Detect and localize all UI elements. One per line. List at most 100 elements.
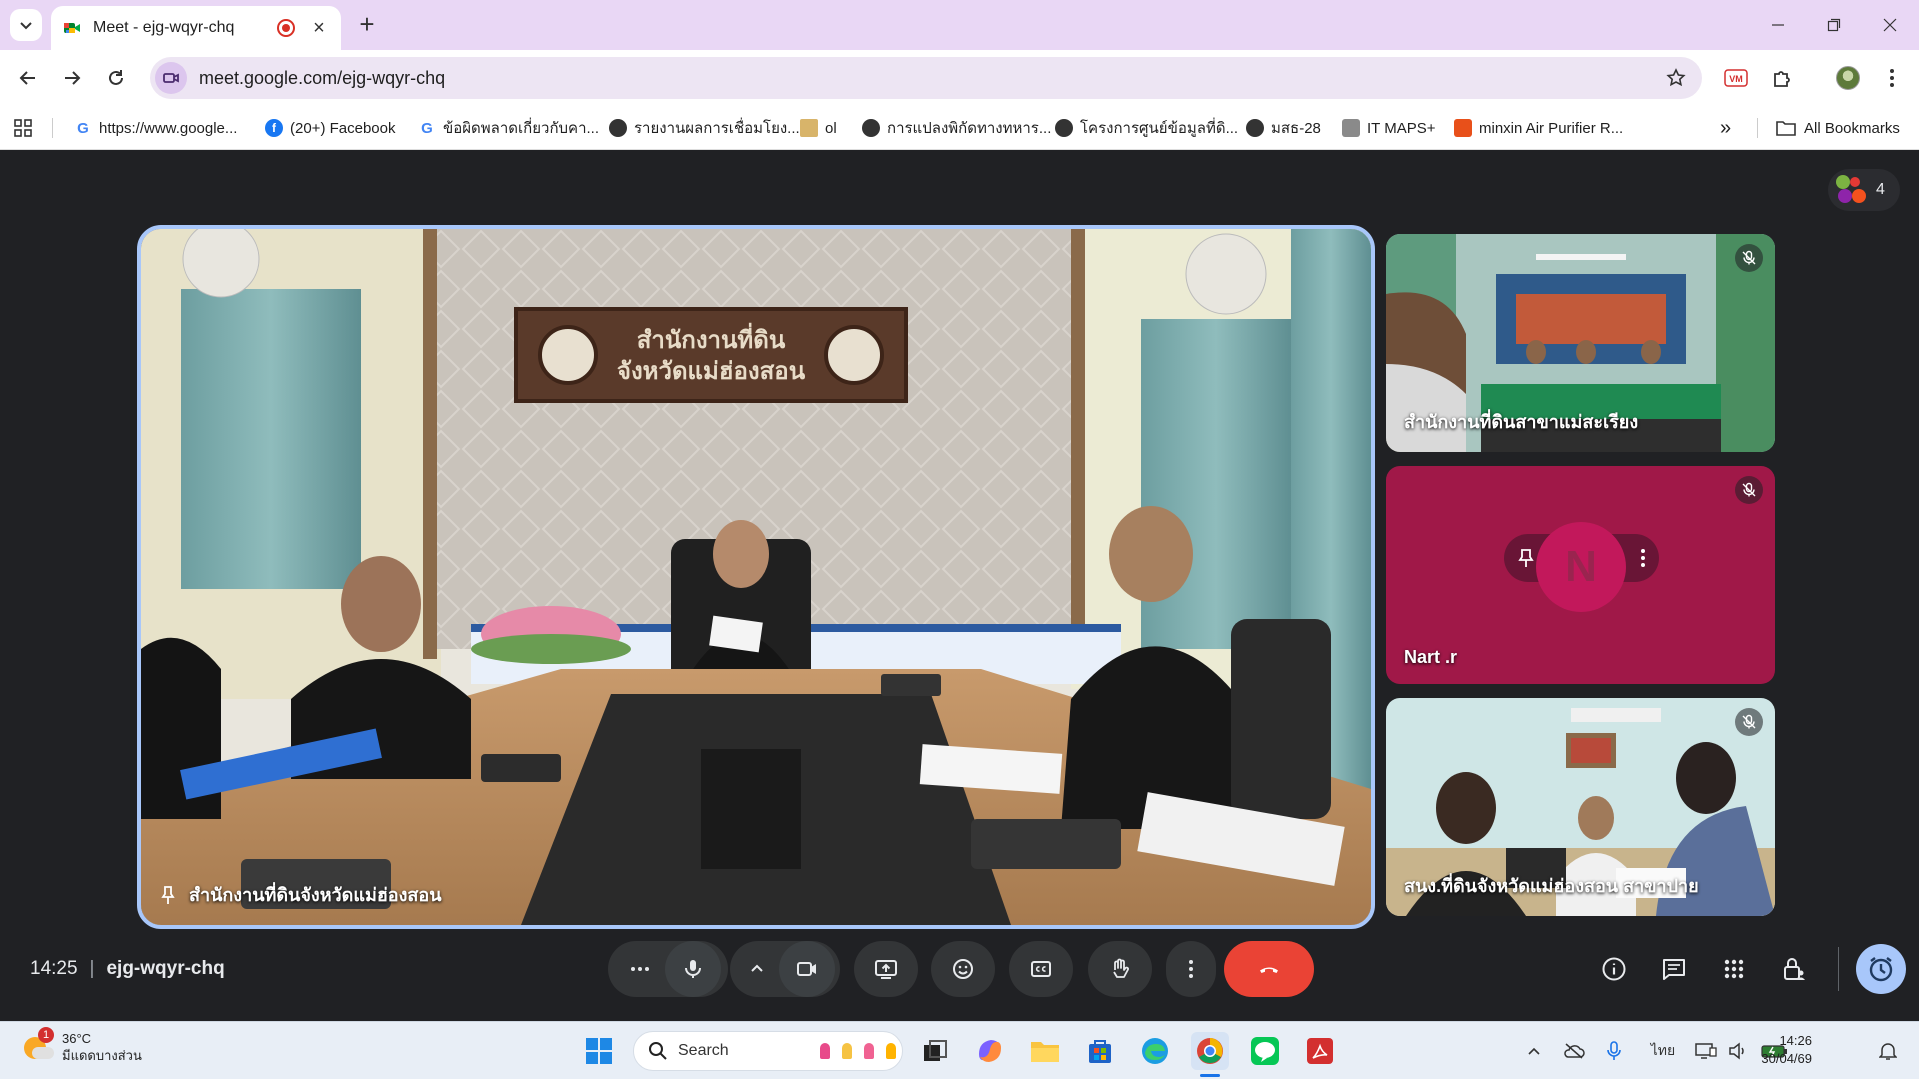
present-button[interactable] [854,941,918,997]
participant-tile-nart[interactable]: N Nart .r [1386,466,1775,684]
new-tab-button[interactable]: + [352,10,382,40]
profile-button[interactable] [1830,60,1866,96]
restore-button[interactable] [1814,8,1854,42]
divider [1757,118,1758,138]
back-button[interactable] [10,60,46,96]
speaker-icon [1729,1042,1744,1060]
activities-button[interactable] [1714,949,1754,989]
network-tray[interactable] [1694,1039,1718,1063]
bookmark-msth[interactable]: มสธ-28 [1246,116,1321,140]
more-options-button[interactable] [1166,941,1216,997]
microphone-tray[interactable] [1602,1039,1626,1063]
copilot-button[interactable] [971,1032,1009,1070]
edge-button[interactable] [1136,1032,1174,1070]
extensions-button[interactable] [1764,60,1800,96]
divider [1838,947,1839,991]
apps-button[interactable] [14,116,32,140]
site-info-button[interactable] [155,62,187,94]
bookmark-google[interactable]: G https://www.google... [74,116,237,140]
show-hidden-icons-button[interactable] [1522,1039,1546,1063]
bookmark-facebook[interactable]: f (20+) Facebook [265,116,395,140]
it-maps-icon [1342,119,1360,137]
close-tab-button[interactable]: × [309,17,329,40]
notifications-button[interactable] [1876,1039,1900,1063]
clock-date: 30/04/69 [1761,1051,1812,1066]
search-placeholder: Search [678,1042,729,1059]
participant-tile-mae-sariang[interactable]: สำนักงานที่ดินสาขาแม่สะเรียง [1386,234,1775,452]
acrobat-button[interactable] [1301,1032,1339,1070]
taskbar-clock[interactable]: 14:26 30/04/69 [1752,1032,1812,1068]
avatar [1836,66,1860,90]
mic-off-icon [1742,482,1756,497]
chat-button[interactable] [1654,949,1694,989]
microsoft-store-button[interactable] [1081,1032,1119,1070]
input-language[interactable]: ไทย [1648,1039,1678,1063]
tab-search-button[interactable] [10,9,42,41]
all-bookmarks-button[interactable]: All Bookmarks [1776,116,1900,140]
participants-button[interactable]: 4 [1828,169,1900,211]
captions-button[interactable] [1009,941,1073,997]
taskbar-search[interactable]: Search [633,1031,903,1071]
timer-button[interactable] [1856,944,1906,994]
chrome-button[interactable] [1191,1032,1229,1070]
bookmark-label: มสธ-28 [1271,120,1321,137]
close-window-button[interactable] [1870,8,1910,42]
file-explorer-button[interactable] [1026,1032,1064,1070]
copilot-icon [979,1040,1001,1062]
task-view-button[interactable] [916,1032,954,1070]
meeting-details-button[interactable] [1594,949,1634,989]
bookmark-coordinates[interactable]: การแปลงพิกัดทางทหาร... [862,116,1051,140]
call-end-icon [1260,967,1278,973]
facebook-icon: f [265,119,283,137]
tile-more-button[interactable] [1631,546,1655,570]
bookmark-ol[interactable]: ol [800,116,837,140]
leave-call-button[interactable] [1224,941,1314,997]
present-screen-icon [875,960,897,979]
divider: | [89,958,95,979]
main-video-tile[interactable]: สำนักงานที่ดิน จังหวัดแม่ฮ่องสอน สำนักงา… [137,225,1375,929]
onedrive-status[interactable] [1562,1039,1586,1063]
line-button[interactable] [1246,1032,1284,1070]
volume-tray[interactable] [1726,1039,1750,1063]
bookmark-google-2[interactable]: G ข้อผิดพลาดเกี่ยวกับคา... [418,116,599,140]
mic-button[interactable] [665,941,721,997]
camera-button[interactable] [779,941,835,997]
lock-person-icon [1784,958,1805,980]
recording-indicator-icon [277,19,295,37]
raise-hand-button[interactable] [1088,941,1152,997]
mic-off-icon [1742,250,1756,265]
meet-stage: 4 สำนักงานที่ดิน จังหวัดแม่ฮ่องสอน สำนัก… [0,151,1919,1021]
reload-button[interactable] [98,60,134,96]
reactions-button[interactable] [931,941,995,997]
bookmark-it-maps[interactable]: IT MAPS+ [1342,116,1436,140]
start-button[interactable] [580,1032,618,1070]
tab-strip: Meet - ejg-wqyr-chq × + [0,0,1919,50]
bookmark-minxin[interactable]: minxin Air Purifier R... [1454,116,1623,140]
weather-widget[interactable]: 1 36°C มีแดดบางส่วน [22,1027,142,1064]
info-icon [1602,957,1626,981]
chrome-menu-button[interactable] [1874,60,1910,96]
muted-indicator [1735,708,1763,736]
extension-vm-button[interactable]: VM [1718,60,1754,96]
address-bar[interactable]: meet.google.com/ejg-wqyr-chq [150,57,1702,99]
participant-tile-pai[interactable]: สนง.ที่ดินจังหวัดแม่ฮ่องสอน สาขาปาย [1386,698,1775,916]
more-vert-icon [1641,549,1645,567]
sign-text-line2: จังหวัดแม่ฮ่องสอน [617,357,806,385]
bookmark-star-button[interactable] [1658,60,1694,96]
participant-name: สำนักงานที่ดินจังหวัดแม่ฮ่องสอน [189,885,442,905]
bookmark-label: ol [825,119,837,137]
video-settings-button[interactable] [735,957,779,981]
audio-settings-button[interactable] [615,957,665,981]
minimize-button[interactable] [1758,8,1798,42]
pin-button[interactable] [1514,546,1538,570]
bookmark-report[interactable]: รายงานผลการเชื่อมโยง... [609,116,800,140]
tab-meet[interactable]: Meet - ejg-wqyr-chq × [51,6,341,50]
host-controls-button[interactable] [1774,949,1814,989]
active-app-indicator [1200,1074,1220,1077]
bookmark-land-data[interactable]: โครงการศูนย์ข้อมูลที่ดิ... [1055,116,1238,140]
bookmarks-bar: G https://www.google... f (20+) Facebook… [0,106,1919,150]
ol-icon [800,119,818,137]
forward-button[interactable] [54,60,90,96]
more-bookmarks-button[interactable]: » [1720,116,1731,140]
weather-temp: 36°C [62,1031,92,1046]
